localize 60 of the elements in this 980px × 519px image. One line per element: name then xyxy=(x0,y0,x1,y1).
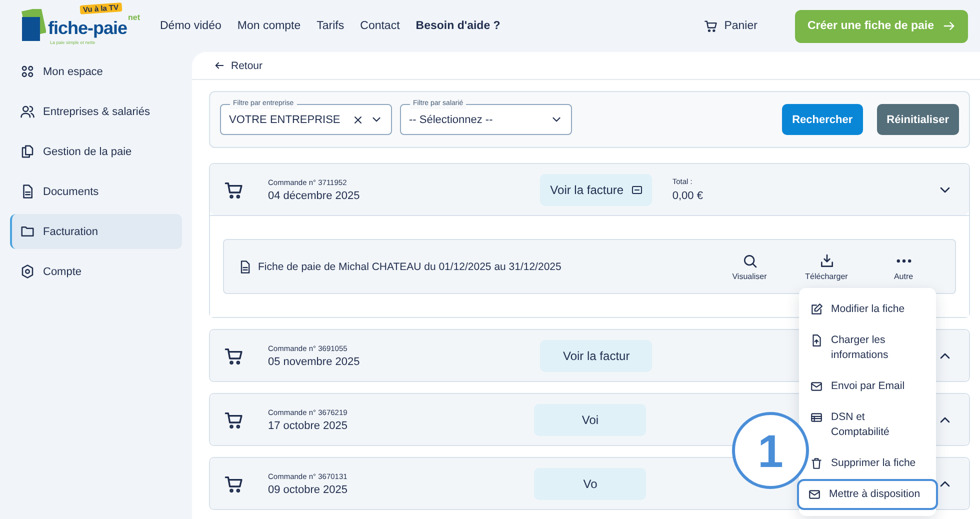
settings-icon xyxy=(20,264,35,279)
nav-link[interactable]: Besoin d'aide ? xyxy=(416,20,500,32)
more-icon xyxy=(896,258,912,262)
cart-icon xyxy=(224,346,244,366)
sidebar-item[interactable]: Entreprises & salariés xyxy=(10,94,182,129)
nav-link[interactable]: Mon compte xyxy=(237,20,301,32)
order-date: 04 décembre 2025 xyxy=(268,190,360,202)
view-invoice-button[interactable]: Voir la facture xyxy=(540,174,652,206)
users-icon xyxy=(20,104,35,119)
sidebar-item[interactable]: Gestion de la paie xyxy=(10,134,182,169)
arrow-left-icon xyxy=(214,60,225,71)
sidebar-item[interactable]: Facturation xyxy=(10,214,182,249)
back-link[interactable]: Retour xyxy=(192,52,980,80)
cart-icon xyxy=(224,410,244,430)
file-upload-icon xyxy=(810,334,823,347)
order-date: 17 octobre 2025 xyxy=(268,420,348,432)
reset-button[interactable]: Réinitialiser xyxy=(876,104,959,135)
logo-icon xyxy=(20,9,46,43)
cart-icon xyxy=(704,19,718,33)
view-invoice-button[interactable]: Voi xyxy=(534,404,646,436)
files-icon xyxy=(20,144,35,159)
nav-link[interactable]: Tarifs xyxy=(316,20,344,32)
edit-icon xyxy=(810,303,823,316)
document-icon xyxy=(20,184,35,199)
mail-icon xyxy=(808,488,821,501)
download-icon xyxy=(818,252,834,268)
table-icon xyxy=(810,411,823,424)
search-button[interactable]: Rechercher xyxy=(782,104,863,135)
order-date: 09 octobre 2025 xyxy=(268,484,348,496)
view-invoice-button[interactable]: Voir la factur xyxy=(540,340,652,372)
document-icon xyxy=(238,260,252,274)
view-invoice-button[interactable]: Vo xyxy=(534,468,646,500)
mail-icon xyxy=(810,380,823,393)
menu-item[interactable]: Charger les informations xyxy=(799,325,936,371)
sidebar-item[interactable]: Compte xyxy=(10,254,182,289)
logo-text: fiche-paie xyxy=(48,18,128,38)
folder-icon xyxy=(20,224,35,239)
sidebar-item[interactable]: Mon espace xyxy=(10,54,182,89)
search-icon xyxy=(742,252,758,268)
cart-icon xyxy=(224,180,244,200)
logo-suffix: net xyxy=(128,13,140,22)
menu-item[interactable]: Mettre à disposition xyxy=(797,479,938,510)
nav-link[interactable]: Démo vidéo xyxy=(160,20,222,32)
menu-item[interactable]: Envoi par Email xyxy=(799,371,936,402)
sidebar-item[interactable]: Documents xyxy=(10,174,182,209)
grid-icon xyxy=(20,64,35,79)
invoice-icon xyxy=(630,184,643,196)
nav-link[interactable]: Contact xyxy=(360,20,400,32)
clear-icon xyxy=(352,114,364,126)
trash-icon xyxy=(810,457,823,470)
menu-item[interactable]: Modifier la fiche xyxy=(799,294,936,325)
cart-link[interactable]: Panier xyxy=(704,19,758,33)
cart-icon xyxy=(224,474,244,494)
order-date: 05 novembre 2025 xyxy=(268,356,360,368)
payslip-action[interactable]: Télécharger xyxy=(791,252,862,280)
payslip-action[interactable]: Autre xyxy=(868,252,939,280)
payslip-title: Fiche de paie de Michal CHATEAU du 01/12/2025 au 31/12/2025 xyxy=(258,260,562,272)
payslip-action[interactable]: Visualiser xyxy=(714,252,785,280)
arrow-right-icon xyxy=(942,19,956,33)
total-amount: 0,00 € xyxy=(672,190,704,202)
